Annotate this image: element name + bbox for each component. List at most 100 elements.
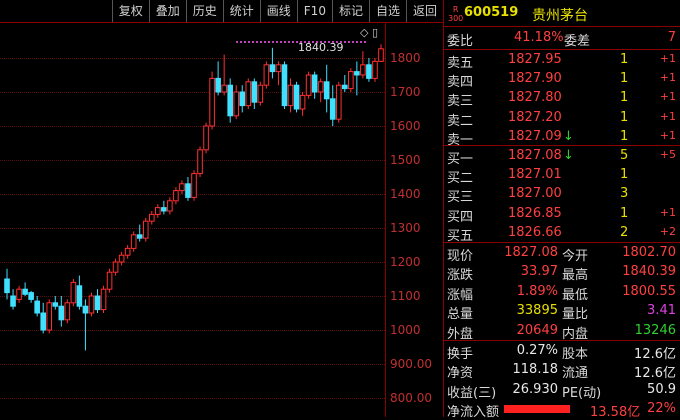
bid-price: 1827.08 [508,148,562,163]
candle-body [112,261,119,273]
toolbar-button-back[interactable]: 返回 [405,0,443,22]
candle-body [335,84,342,120]
quote-row: 现价 1827.08 今开 1802.70 [444,244,680,264]
quote-value: 1.89% [516,283,558,299]
market-badge-top: R [452,5,459,14]
quote-panel: R 300 600519 贵州茅台 委比 41.18% 委差 7 卖五 1827.… [443,0,680,420]
candle-body [82,305,89,314]
weibi-label: 委比 [447,34,474,49]
candle-body [372,60,378,79]
ask-volume: 1 [620,90,629,106]
candle-body [46,302,53,331]
bid-row[interactable]: 买二 1827.01 1 [444,166,680,186]
quote-label: 今开 [562,249,589,264]
market-badge: R 300 [448,5,463,23]
ask-row[interactable]: 卖三 1827.80 1 +1 [444,89,680,109]
candle-body [251,81,258,103]
bid-volume: 2 [620,224,629,240]
candle-body [179,183,185,192]
candle-body [52,302,59,307]
toolbar-button-watchlist[interactable]: 自选 [368,0,406,22]
candle-body [239,91,246,107]
market-badge-bottom: 300 [448,14,464,23]
candle-body [118,254,125,263]
ask-volume: 1 [620,52,629,67]
bid-row[interactable]: 买四 1826.85 1 +1 [444,205,680,225]
ask-volume: 1 [620,109,629,125]
bid-level-label: 买四 [447,209,474,225]
ask-arrow-icon: ↓ [563,128,574,144]
stock-header: R 300 600519 贵州茅台 [444,3,680,24]
toolbar-button-statistics[interactable]: 统计 [222,0,260,22]
net-inflow-percent: 22% [647,401,676,416]
candle-body [197,149,203,175]
quote-label: 总量 [447,307,474,323]
candle-body [161,207,167,212]
toolbar-button-history[interactable]: 历史 [185,0,223,22]
stats-row: 收益(三) 26.930 PE(动) 50.9 [444,381,680,401]
ask-row[interactable]: 卖二 1827.20 1 +1 [444,109,680,129]
stats-value: 0.27% [516,343,558,358]
kline-chart-area[interactable]: 复权 叠加 历史 统计 画线 F10 标记 自选 返回 1800 1700 16… [0,0,443,417]
candle-body [341,84,348,90]
y-tick-label: 1000 [390,323,421,337]
candle-body [28,292,34,300]
candle-body [34,300,40,314]
stats-label: PE(动) [562,385,602,401]
ask-row[interactable]: 卖一 1827.09 ↓ 1 +1 [444,128,680,148]
quote-value: 1827.08 [504,245,558,260]
divider [444,26,680,27]
candlestick-plot [4,44,384,351]
toolbar-button-fuquan[interactable]: 复权 [111,0,149,22]
bid-volume: 1 [620,167,629,183]
candle-body [215,77,221,93]
candle-body [155,207,161,215]
y-tick-label: 1100 [390,289,421,303]
y-tick-label: 1200 [390,255,421,269]
quote-value: 33.97 [520,264,558,280]
weicha-value: 7 [667,30,676,45]
toolbar-button-overlay[interactable]: 叠加 [148,0,186,22]
chart-corner-icons[interactable]: ◇ ▯ [360,26,378,39]
stats-label: 收益(三) [447,385,497,401]
bid-price: 1826.66 [508,224,562,240]
toolbar-button-f10[interactable]: F10 [296,0,332,22]
candle-body [70,281,77,304]
candle-body [263,64,270,86]
quote-label: 内盘 [562,326,589,342]
ask-row[interactable]: 卖四 1827.90 1 +1 [444,70,680,90]
y-tick-label: 1400 [390,187,421,201]
ask-row[interactable]: 卖五 1827.95 1 +1 [444,51,680,71]
candle-body [130,234,137,249]
candle-body [203,125,209,151]
candle-body [233,91,240,117]
bid-row[interactable]: 买五 1826.66 2 +2 [444,224,680,244]
candle-body [269,64,276,73]
toolbar-button-draw-line[interactable]: 画线 [259,0,297,22]
candle-body [299,94,306,110]
toolbar-button-mark[interactable]: 标记 [331,0,369,22]
candle-body [317,81,324,93]
candle-body [348,71,354,90]
quote-label: 最高 [562,268,589,284]
stats-row: 换手 0.27% 股本 12.6亿 [444,342,680,362]
candle-body [275,64,282,73]
candle-body [293,84,300,110]
candle-body [40,312,47,331]
ask-price: 1827.95 [508,52,562,67]
candle-body [136,234,143,239]
net-inflow-value: 13.58亿 [590,405,641,420]
net-inflow-bar [504,405,570,413]
candle-body [94,295,101,311]
ask-volume: 1 [620,71,629,87]
quote-label: 现价 [447,249,474,264]
quote-label: 涨幅 [447,287,474,303]
stats-value: 118.18 [512,362,559,378]
bid-row[interactable]: 买一 1827.08 ↓ 5 +5 [444,147,680,167]
y-tick-label: 1600 [390,119,421,133]
stats-value: 12.6亿 [634,366,676,382]
candle-body [167,200,173,212]
stats-value: 50.9 [647,381,676,397]
bid-row[interactable]: 买三 1827.00 3 [444,185,680,205]
bid-change: +2 [659,224,676,238]
